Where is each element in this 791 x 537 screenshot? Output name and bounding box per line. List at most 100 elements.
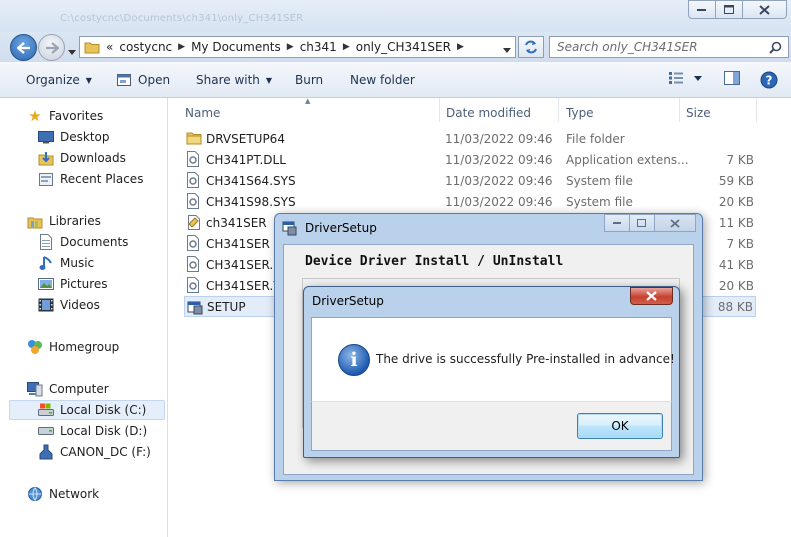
organize-button[interactable]: Organize ▼: [26, 73, 92, 87]
sidebar-item-videos[interactable]: Videos: [38, 295, 100, 315]
sidebar-item-desktop[interactable]: Desktop: [38, 127, 110, 147]
driver-setup-maximize-button[interactable]: [629, 214, 655, 232]
view-options-dropdown[interactable]: [694, 76, 702, 81]
file-size: 41 KB: [718, 257, 754, 272]
sidebar-homegroup[interactable]: Homegroup: [27, 337, 119, 357]
dll-file-icon: [186, 151, 202, 167]
sidebar-item-label: Desktop: [60, 130, 110, 144]
recent-pages-dropdown[interactable]: [68, 44, 76, 58]
file-size: 7 KB: [726, 236, 754, 251]
breadcrumb-separator-icon[interactable]: ▶: [178, 42, 185, 52]
sidebar-computer-label: Computer: [49, 382, 109, 396]
file-size: 20 KB: [718, 278, 754, 293]
sidebar-item-local-disk-d[interactable]: Local Disk (D:): [38, 421, 147, 441]
homegroup-icon: [27, 339, 43, 355]
search-box[interactable]: [549, 36, 789, 58]
desktop-icon: [38, 129, 54, 145]
new-folder-button[interactable]: New folder: [350, 73, 415, 87]
table-row[interactable]: CH341S64.SYS 11/03/2022 09:46 System fil…: [184, 170, 756, 191]
column-type-label: Type: [566, 106, 594, 120]
address-bar[interactable]: « costycnc ▶ My Documents ▶ ch341 ▶ only…: [79, 36, 516, 58]
breadcrumb-costycnc[interactable]: costycnc: [119, 40, 172, 54]
system-file-icon: [186, 277, 202, 293]
chevron-down-icon: [694, 76, 702, 81]
libraries-icon: [27, 213, 43, 229]
driver-setup-minimize-button[interactable]: [604, 214, 630, 232]
burn-button[interactable]: Burn: [295, 73, 323, 87]
sidebar-item-label: Recent Places: [60, 172, 144, 186]
message-dialog-close-button[interactable]: [630, 287, 673, 305]
sidebar-network[interactable]: Network: [27, 484, 99, 504]
videos-icon: [38, 297, 54, 313]
close-button[interactable]: [742, 0, 787, 19]
sidebar-computer[interactable]: Computer: [27, 379, 109, 399]
message-dialog[interactable]: DriverSetup i The drive is successfully …: [303, 286, 680, 458]
column-header-date[interactable]: Date modified: [446, 102, 531, 124]
driver-setup-caption-buttons: [604, 214, 696, 232]
table-row[interactable]: CH341S98.SYS 11/03/2022 09:46 System fil…: [184, 191, 756, 212]
file-name: CH341PT.DLL: [206, 152, 286, 167]
column-divider[interactable]: [439, 98, 440, 122]
maximize-icon: [637, 218, 646, 227]
help-button[interactable]: ?: [760, 71, 778, 89]
search-icon[interactable]: [769, 41, 782, 57]
driver-setup-close-button[interactable]: [654, 214, 696, 232]
refresh-button[interactable]: [518, 36, 544, 58]
chevron-down-icon: ▼: [85, 75, 92, 85]
downloads-icon: [38, 150, 54, 166]
sidebar-libraries[interactable]: Libraries: [27, 211, 101, 231]
ok-button[interactable]: OK: [577, 413, 663, 439]
column-divider[interactable]: [679, 98, 680, 122]
breadcrumb: « costycnc ▶ My Documents ▶ ch341 ▶ only…: [106, 40, 470, 54]
search-input[interactable]: [557, 40, 757, 54]
file-type: File folder: [566, 131, 625, 146]
folder-icon: [186, 130, 202, 146]
open-button[interactable]: Open: [117, 73, 170, 87]
sidebar-item-documents[interactable]: Documents: [38, 232, 128, 252]
back-button[interactable]: [10, 34, 37, 61]
sidebar-network-label: Network: [49, 487, 100, 501]
column-divider[interactable]: [558, 98, 559, 122]
settings-file-icon: [186, 235, 202, 251]
maximize-button[interactable]: [715, 0, 743, 19]
address-history-dropdown[interactable]: [503, 42, 511, 56]
file-date: 11/03/2022 09:46: [445, 152, 553, 167]
sidebar-item-music[interactable]: Music: [38, 253, 94, 273]
change-view-button[interactable]: [668, 71, 684, 85]
minimize-button[interactable]: [688, 0, 716, 19]
sidebar-item-local-disk-c[interactable]: Local Disk (C:): [9, 400, 165, 420]
forward-button[interactable]: [38, 34, 65, 61]
column-header-type[interactable]: Type: [566, 102, 594, 124]
sidebar-item-recent-places[interactable]: Recent Places: [38, 169, 143, 189]
preview-pane-button[interactable]: [724, 71, 740, 85]
breadcrumb-my-documents[interactable]: My Documents: [191, 40, 281, 54]
refresh-icon: [525, 40, 537, 54]
breadcrumb-ch341[interactable]: ch341: [300, 40, 337, 54]
table-row[interactable]: DRVSETUP64 11/03/2022 09:46 File folder: [184, 128, 756, 149]
star-icon: ★: [28, 107, 42, 125]
file-date: 11/03/2022 09:46: [445, 194, 553, 209]
network-icon: [27, 486, 43, 502]
sidebar-item-downloads[interactable]: Downloads: [38, 148, 126, 168]
sidebar-favorites[interactable]: ★ Favorites: [27, 106, 103, 126]
blurred-window-path: C:\costycnc\Documents\ch341\only_CH341SE…: [60, 13, 304, 24]
table-row[interactable]: CH341PT.DLL 11/03/2022 09:46 Application…: [184, 149, 756, 170]
sidebar-item-pictures[interactable]: Pictures: [38, 274, 108, 294]
share-with-button[interactable]: Share with ▼: [196, 73, 272, 87]
column-header-size[interactable]: Size: [686, 102, 711, 124]
chevron-down-icon: [503, 48, 511, 53]
sidebar-item-canon-dc[interactable]: CANON_DC (F:): [38, 442, 151, 462]
minimize-icon: [697, 8, 706, 11]
breadcrumb-overflow[interactable]: «: [106, 40, 113, 54]
column-header-name[interactable]: Name: [185, 102, 220, 124]
system-file-icon: [186, 193, 202, 209]
breadcrumb-only-ch341ser[interactable]: only_CH341SER: [356, 40, 451, 54]
breadcrumb-separator-icon[interactable]: ▶: [457, 42, 464, 52]
back-arrow-icon: [16, 41, 30, 54]
breadcrumb-separator-icon[interactable]: ▶: [287, 42, 294, 52]
sidebar-item-label: Music: [60, 256, 95, 270]
file-name: CH341S98.SYS: [206, 194, 296, 209]
new-folder-label: New folder: [350, 73, 415, 87]
column-divider[interactable]: [756, 98, 757, 122]
breadcrumb-separator-icon[interactable]: ▶: [343, 42, 350, 52]
